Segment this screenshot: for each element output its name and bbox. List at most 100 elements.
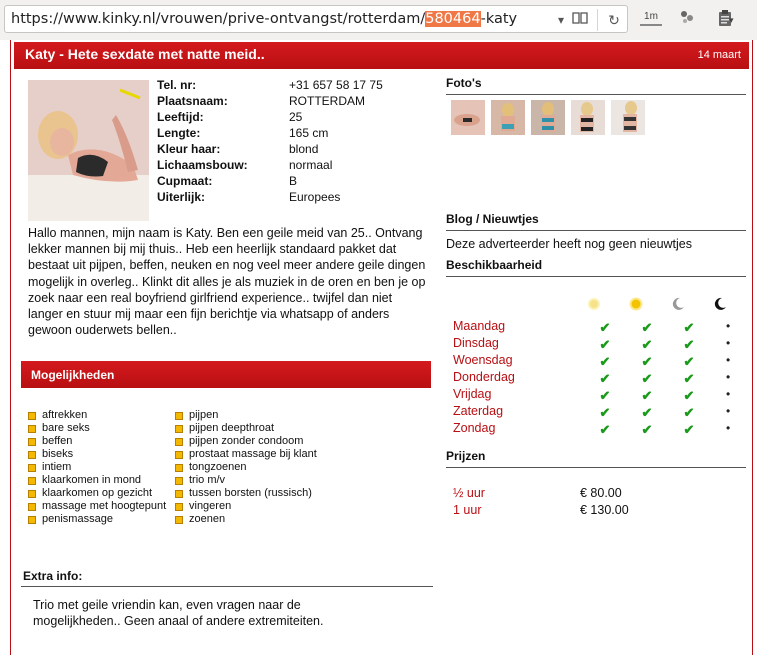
url-prefix: https://www.kinky.nl/vrouwen/prive-ontva… [11,11,426,27]
check-icon: ✔ [599,371,611,386]
possibility-item: vingeren [175,500,317,513]
info-label: Leeftijd: [157,110,204,124]
url-suffix: -katy [480,11,518,27]
photo-thumbnail[interactable] [531,100,565,135]
check-icon: ✔ [683,422,695,437]
reader-view-icon[interactable] [571,11,589,29]
unavailable-dot-icon: • [726,387,731,401]
unavailable-dot-icon: • [726,336,731,350]
possibility-item: zoenen [175,513,317,526]
bullet-square-icon [28,425,36,433]
divider [446,467,746,468]
possibility-label: prostaat massage bij klant [189,448,317,460]
bullet-square-icon [175,503,183,511]
availability-day: Zaterdag [453,404,504,418]
photo-thumbnail[interactable] [611,100,645,135]
availability-title: Beschikbaarheid [446,258,543,272]
possibility-label: pijpen [189,409,219,421]
info-value: ROTTERDAM [289,94,365,108]
bullet-square-icon [175,464,183,472]
possibility-item: aftrekken [28,409,166,422]
url-divider [597,9,598,31]
possibility-item: bare seks [28,422,166,435]
bullet-square-icon [175,516,183,524]
bullet-square-icon [28,503,36,511]
possibility-item: klaarkomen op gezicht [28,487,166,500]
price-duration: ½ uur [453,486,485,500]
ad-header: Katy - Hete sexdate met natte meid.. 14 … [14,42,749,69]
possibility-label: trio m/v [189,474,226,486]
bullet-square-icon [175,412,183,420]
blog-text: Deze adverteerder heeft nog geen nieuwtj… [446,237,692,251]
check-icon: ✔ [599,337,611,352]
possibilities-title: Mogelijkheden [31,368,115,382]
info-value: +31 657 58 17 75 [289,78,383,92]
check-icon: ✔ [641,388,653,403]
possibility-label: zoenen [189,513,226,525]
price-value: € 130.00 [580,503,629,517]
bullet-square-icon [28,516,36,524]
check-icon: ✔ [641,405,653,420]
bullet-square-icon [175,425,183,433]
profile-photo[interactable] [28,80,149,221]
price-duration: 1 uur [453,503,482,517]
availability-day: Maandag [453,319,506,333]
possibility-label: biseks [42,448,74,460]
info-value: normaal [289,158,333,172]
dropdown-icon[interactable]: ▾ [555,11,567,29]
price-value: € 80.00 [580,486,622,500]
evening-icon [671,297,685,311]
1m-icon[interactable]: 1m [640,10,662,26]
info-value: B [289,174,298,188]
info-label: Tel. nr: [157,78,197,92]
info-label: Cupmaat: [157,174,213,188]
morning-icon [587,297,601,311]
extension-icon[interactable] [678,9,696,31]
bullet-square-icon [175,477,183,485]
photo-thumbnail[interactable] [491,100,525,135]
possibility-label: beffen [42,435,73,447]
check-icon: ✔ [641,320,653,335]
url-selected-text: 580464 [425,11,481,27]
info-value: 165 cm [289,126,329,140]
check-icon: ✔ [683,337,695,352]
night-icon [713,297,727,311]
url-bar[interactable]: https://www.kinky.nl/vrouwen/prive-ontva… [4,5,628,33]
bullet-square-icon [175,490,183,498]
ad-title: Katy - Hete sexdate met natte meid.. [25,46,265,62]
unavailable-dot-icon: • [726,404,731,418]
possibility-item: klaarkomen in mond [28,474,166,487]
check-icon: ✔ [641,371,653,386]
possibilities-col-2: pijpen pijpen deepthroat pijpen zonder con… [175,409,317,526]
possibility-label: klaarkomen op gezicht [42,487,153,499]
possibility-label: bare seks [42,422,90,434]
info-value: Europees [289,190,341,204]
prices-title: Prijzen [446,449,486,463]
check-icon: ✔ [599,354,611,369]
possibility-label: massage met hoogtepunt [42,500,167,512]
possibility-label: pijpen zonder condoom [189,435,304,447]
info-label: Lichaamsbouw: [157,158,248,172]
check-icon: ✔ [683,405,695,420]
bullet-square-icon [28,490,36,498]
possibility-item: tussen borsten (russisch) [175,487,317,500]
check-icon: ✔ [599,405,611,420]
photo-thumbnail[interactable] [451,100,485,135]
bullet-square-icon [28,451,36,459]
afternoon-icon [629,297,643,311]
check-icon: ✔ [599,388,611,403]
photo-thumbnail[interactable] [571,100,605,135]
possibilities-header: Mogelijkheden [21,361,431,388]
divider [446,94,746,95]
possibility-item: trio m/v [175,474,317,487]
possibility-item: biseks [28,448,166,461]
url-text[interactable]: https://www.kinky.nl/vrouwen/prive-ontva… [11,11,517,27]
possibility-label: pijpen deepthroat [189,422,275,434]
clipboard-icon[interactable]: ▾ [715,9,735,31]
possibility-label: tussen borsten (russisch) [189,487,312,499]
extra-info-title: Extra info: [23,569,83,583]
reload-icon[interactable]: ↻ [605,11,623,29]
divider [21,586,433,587]
extra-info-text: Trio met geile vriendin kan, even vragen… [33,598,324,628]
bullet-square-icon [28,464,36,472]
